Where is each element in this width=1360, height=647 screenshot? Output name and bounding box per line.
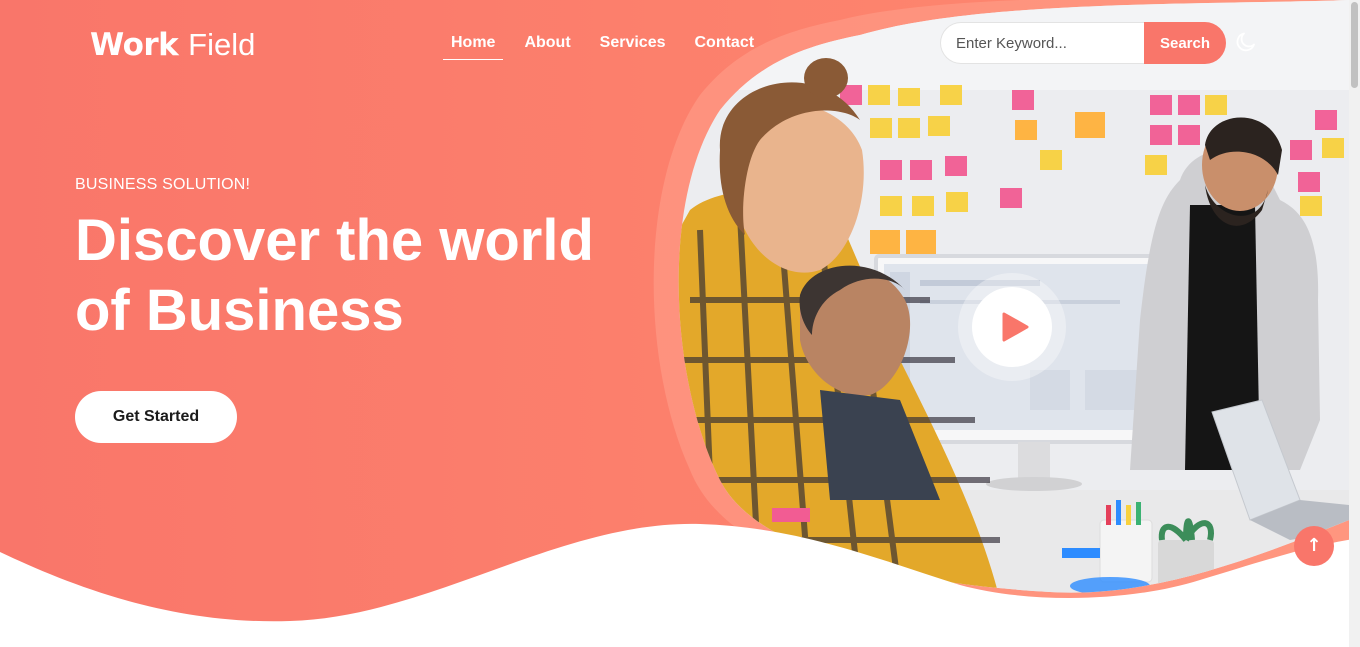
page-scrollbar[interactable] bbox=[1349, 0, 1360, 647]
nav-item-about[interactable]: About bbox=[516, 31, 578, 60]
nav-item-contact[interactable]: Contact bbox=[687, 31, 763, 60]
scroll-to-top-button[interactable]: ↑ bbox=[1294, 526, 1334, 566]
play-video-button[interactable] bbox=[972, 287, 1052, 367]
get-started-button[interactable]: Get Started bbox=[75, 391, 237, 443]
logo-light-text: Field bbox=[188, 27, 256, 62]
search-input[interactable] bbox=[940, 22, 1144, 64]
play-icon bbox=[1002, 312, 1029, 342]
hero-eyebrow: BUSINESS SOLUTION! bbox=[75, 176, 251, 193]
arrow-up-icon: ↑ bbox=[1306, 535, 1322, 556]
nav-item-services[interactable]: Services bbox=[592, 31, 674, 60]
hero-headline-line-2: of Business bbox=[75, 278, 404, 343]
moon-icon[interactable] bbox=[1234, 30, 1258, 54]
hero-headline-line-1: Discover the world bbox=[75, 208, 594, 273]
hero-headline: Discover the world of Business bbox=[75, 206, 655, 346]
logo[interactable]: Work Field bbox=[90, 25, 255, 65]
search-form: Search bbox=[940, 22, 1226, 64]
scrollbar-thumb[interactable] bbox=[1351, 2, 1358, 88]
nav-item-home[interactable]: Home bbox=[443, 31, 504, 60]
search-button[interactable]: Search bbox=[1144, 22, 1226, 64]
logo-bold-text: Work bbox=[90, 27, 179, 63]
main-nav: Home About Services Contact bbox=[443, 31, 775, 60]
